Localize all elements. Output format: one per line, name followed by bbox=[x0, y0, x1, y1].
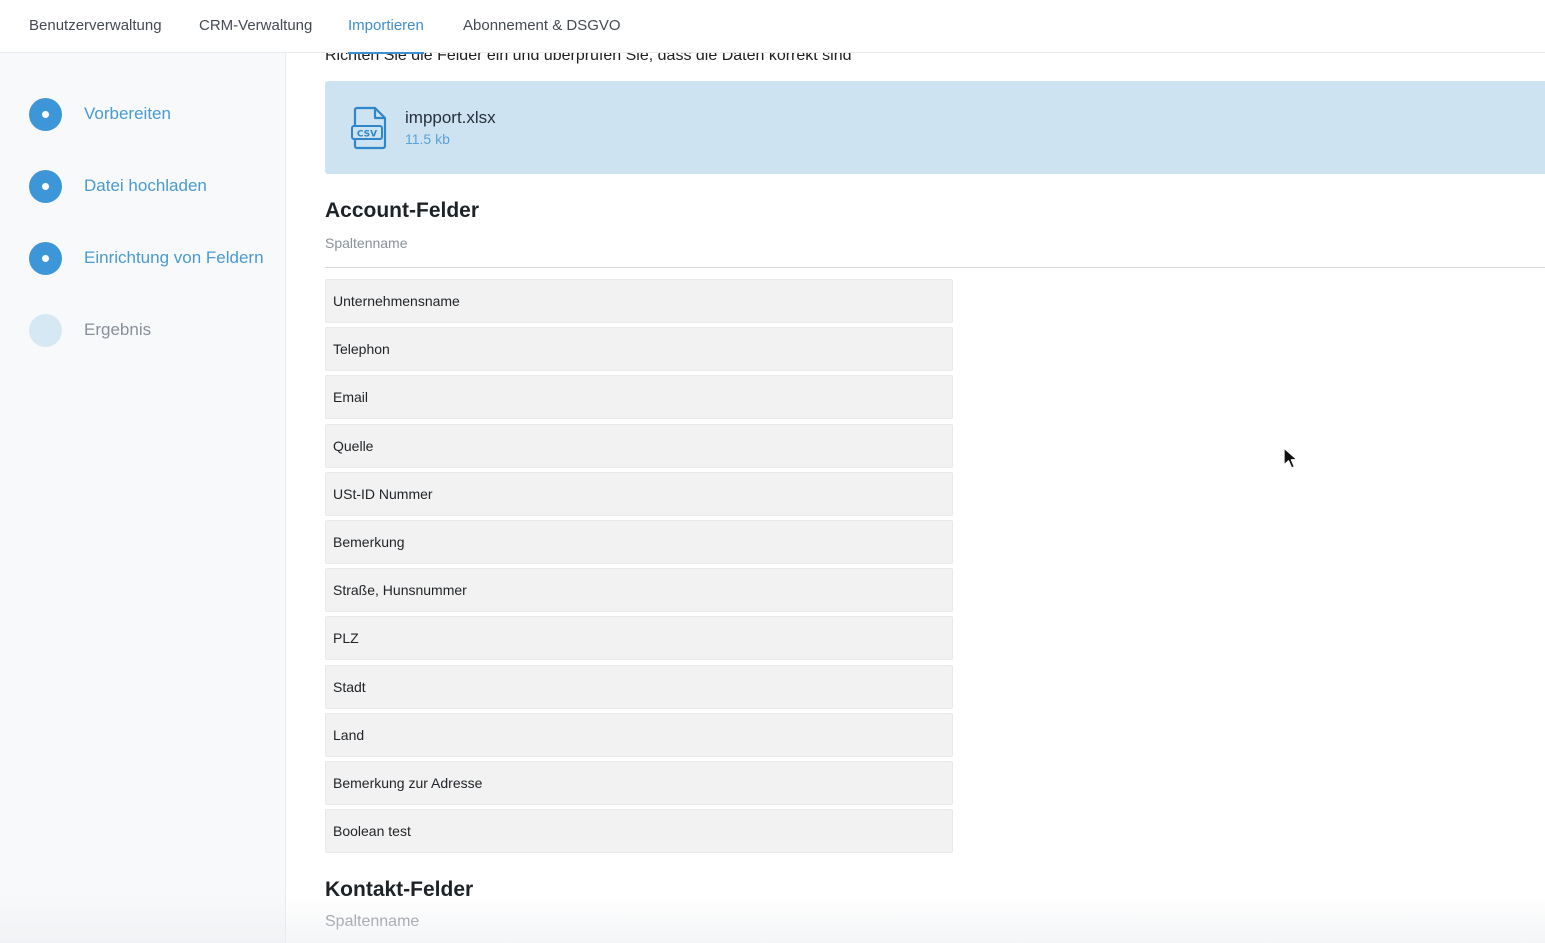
header-divider bbox=[325, 267, 1545, 268]
field-row[interactable]: Telephon bbox=[325, 327, 953, 372]
account-fields-title: Account-Felder bbox=[325, 199, 480, 222]
step-vorbereiten[interactable]: Vorbereiten bbox=[29, 97, 171, 131]
contact-column-name-header: Spaltenname bbox=[325, 913, 420, 930]
step-pending-icon bbox=[29, 313, 62, 347]
field-row[interactable]: Land bbox=[325, 712, 953, 757]
step-done-icon bbox=[29, 97, 62, 131]
top-nav: Benutzerverwaltung CRM-Verwaltung Import… bbox=[0, 0, 1545, 54]
tab-benutzerverwaltung[interactable]: Benutzerverwaltung bbox=[29, 0, 162, 53]
step-ergebnis[interactable]: Ergebnis bbox=[29, 313, 151, 347]
field-row[interactable]: Bemerkung zur Adresse bbox=[325, 760, 953, 805]
mouse-cursor-icon bbox=[1283, 447, 1298, 469]
import-stepper: Vorbereiten Datei hochladen Einrichtung … bbox=[0, 53, 286, 943]
step-current-icon bbox=[29, 241, 62, 275]
instruction-text: Richten Sie die Felder ein und überprüfe… bbox=[325, 53, 852, 64]
column-name-header: Spaltenname bbox=[325, 235, 408, 251]
field-row[interactable]: Bemerkung bbox=[325, 519, 953, 564]
tab-crm-verwaltung[interactable]: CRM-Verwaltung bbox=[199, 0, 312, 53]
step-label: Vorbereiten bbox=[84, 104, 171, 123]
file-size: 11.5 kb bbox=[405, 131, 450, 147]
csv-file-icon: CSV bbox=[351, 106, 387, 150]
step-label: Einrichtung von Feldern bbox=[84, 248, 264, 267]
field-row[interactable]: Unternehmensname bbox=[325, 279, 953, 323]
contact-fields-title: Kontakt-Felder bbox=[325, 878, 474, 901]
step-datei-hochladen[interactable]: Datei hochladen bbox=[29, 169, 207, 203]
file-name: impport.xlsx bbox=[405, 108, 496, 127]
field-row[interactable]: Quelle bbox=[325, 423, 953, 468]
field-row[interactable]: Stadt bbox=[325, 664, 953, 709]
field-row[interactable]: PLZ bbox=[325, 616, 953, 661]
tab-abonnement-dsgvo[interactable]: Abonnement & DSGVO bbox=[463, 0, 621, 53]
csv-icon-label: CSV bbox=[357, 130, 377, 140]
field-row[interactable]: Boolean test bbox=[325, 809, 953, 854]
step-einrichtung-von-feldern[interactable]: Einrichtung von Feldern bbox=[29, 241, 264, 275]
field-row[interactable]: USt-ID Nummer bbox=[325, 471, 953, 516]
tab-importieren[interactable]: Importieren bbox=[348, 0, 424, 54]
step-label: Ergebnis bbox=[84, 320, 152, 339]
field-row[interactable]: Straße, Hunsnummer bbox=[325, 568, 953, 613]
uploaded-file-card: CSV impport.xlsx 11.5 kb bbox=[325, 81, 1545, 174]
account-field-list: Unternehmensname Telephon Email Quelle U… bbox=[325, 279, 953, 857]
field-mapping-panel: Richten Sie die Felder ein und überprüfe… bbox=[286, 53, 1545, 943]
field-row[interactable]: Email bbox=[325, 375, 953, 420]
step-label: Datei hochladen bbox=[84, 176, 207, 195]
step-done-icon bbox=[29, 169, 62, 203]
